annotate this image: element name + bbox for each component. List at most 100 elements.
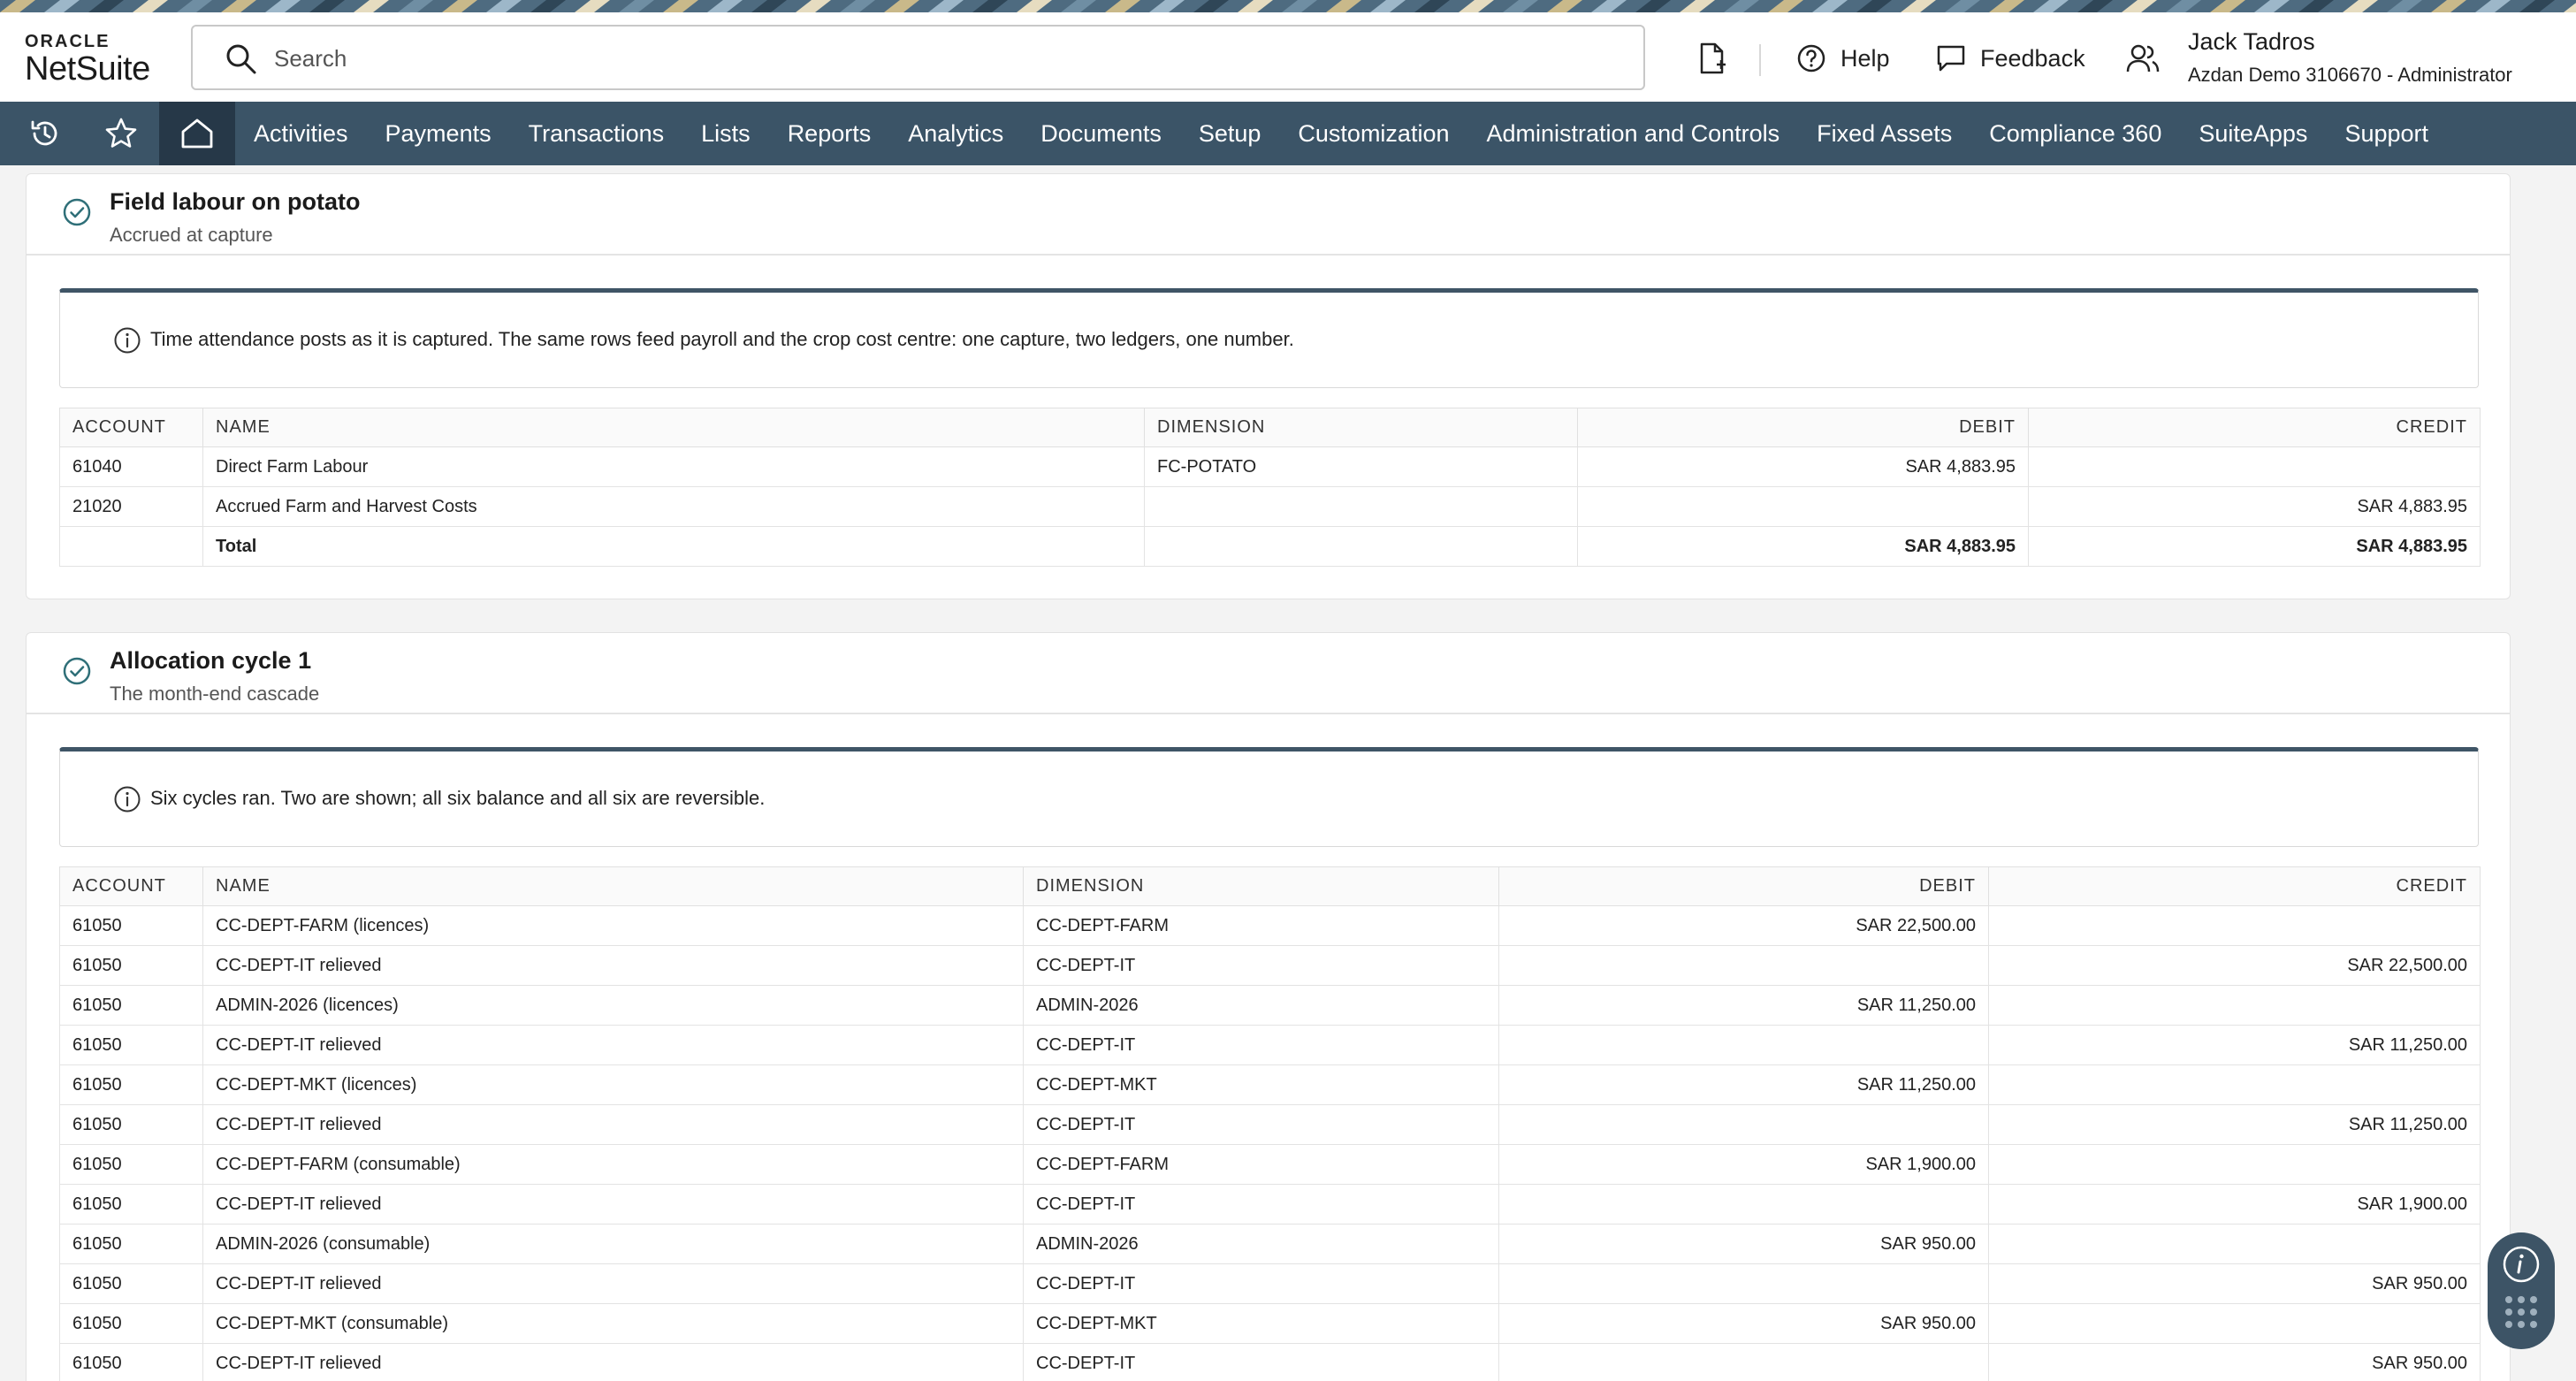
new-document-icon [1700,42,1726,74]
info-banner: Six cycles ran. Two are shown; all six b… [59,747,2479,847]
cell-dimension: CC-DEPT-MKT [1023,1064,1499,1105]
info-text: Time attendance posts as it is captured.… [150,328,1294,350]
cell-dimension [1144,526,1578,567]
cell-account: 61050 [59,1104,203,1145]
cell-name: CC-DEPT-MKT (consumable) [202,1303,1024,1344]
nav-item-analytics[interactable]: Analytics [889,102,1022,165]
cell-debit [1498,1025,1989,1065]
cell-dimension: CC-DEPT-IT [1023,1263,1499,1304]
cell-name: ADMIN-2026 (consumable) [202,1224,1024,1264]
cell-name: CC-DEPT-FARM (licences) [202,905,1024,946]
nav-item-suiteapps[interactable]: SuiteApps [2180,102,2326,165]
feedback-label: Feedback [1980,44,2085,72]
cell-name: CC-DEPT-MKT (licences) [202,1064,1024,1105]
user-roles-icon[interactable] [2125,42,2161,74]
cell-credit: SAR 11,250.00 [1988,1025,2481,1065]
cell-account: 21020 [59,486,203,527]
cell-credit [1988,1064,2481,1105]
cell-credit: SAR 11,250.00 [1988,1104,2481,1145]
cell-account: 61050 [59,945,203,986]
cell-account [59,526,203,567]
chat-bubble-icon [1937,45,1965,72]
cell-name: CC-DEPT-IT relieved [202,1025,1024,1065]
cell-debit [1498,1343,1989,1381]
decorative-banner [0,0,2576,12]
nav-item-support[interactable]: Support [2326,102,2447,165]
star-icon [105,118,137,148]
netsuite-logo[interactable]: ORACLE NetSuite [25,32,166,87]
nav-item-setup[interactable]: Setup [1180,102,1280,165]
cell-account: 61050 [59,905,203,946]
nav-item-documents[interactable]: Documents [1022,102,1180,165]
header-divider [1759,44,1761,76]
cell-dimension: CC-DEPT-IT [1023,1343,1499,1381]
col-account[interactable]: ACCOUNT [59,408,203,447]
nav-item-payments[interactable]: Payments [367,102,510,165]
cell-account: 61050 [59,1263,203,1304]
main-navigation: Activities Payments Transactions Lists Repor… [0,102,2576,165]
col-name[interactable]: NAME [202,408,1145,447]
table-row: 61050 CC-DEPT-IT relieved CC-DEPT-IT SAR 11… [59,1104,2481,1145]
total-credit: SAR 4,883.95 [2028,526,2481,567]
cell-dimension: CC-DEPT-IT [1023,1184,1499,1225]
new-record-button[interactable] [1697,41,1741,76]
col-dimension[interactable]: DIMENSION [1023,866,1499,906]
cell-dimension: CC-DEPT-IT [1023,945,1499,986]
col-credit[interactable]: CREDIT [1988,866,2481,906]
user-account-role[interactable]: Azdan Demo 3106670 - Administrator [2188,64,2512,87]
cell-name: ADMIN-2026 (licences) [202,985,1024,1026]
nav-item-lists[interactable]: Lists [682,102,769,165]
col-dimension[interactable]: DIMENSION [1144,408,1578,447]
recent-records-button[interactable] [7,102,83,165]
cell-dimension: CC-DEPT-FARM [1023,905,1499,946]
cell-dimension: ADMIN-2026 [1023,1224,1499,1264]
cell-debit: SAR 11,250.00 [1498,1064,1989,1105]
help-button[interactable]: Help [1796,41,1890,76]
cell-credit [1988,1224,2481,1264]
cell-account: 61050 [59,1025,203,1065]
nav-item-reports[interactable]: Reports [769,102,890,165]
nav-item-fixed-assets[interactable]: Fixed Assets [1798,102,1970,165]
app-header: ORACLE NetSuite Help Feedback [0,12,2576,102]
user-name[interactable]: Jack Tadros [2188,28,2315,56]
card-title: Field labour on potato [110,188,361,215]
cell-credit [1988,1303,2481,1344]
assistant-widget[interactable] [2488,1232,2555,1349]
cell-debit: SAR 11,250.00 [1498,985,1989,1026]
cell-dimension: ADMIN-2026 [1023,985,1499,1026]
cell-debit: SAR 22,500.00 [1498,905,1989,946]
help-label: Help [1841,44,1890,72]
nav-item-customization[interactable]: Customization [1279,102,1467,165]
nav-item-administration-and-controls[interactable]: Administration and Controls [1467,102,1798,165]
cell-credit: SAR 950.00 [1988,1343,2481,1381]
nav-item-activities[interactable]: Activities [235,102,367,165]
col-credit[interactable]: CREDIT [2028,408,2481,447]
nav-item-transactions[interactable]: Transactions [510,102,683,165]
cell-name: CC-DEPT-IT relieved [202,945,1024,986]
cell-account: 61040 [59,446,203,487]
col-debit[interactable]: DEBIT [1577,408,2029,447]
cell-account: 61050 [59,1064,203,1105]
global-search[interactable] [191,25,1645,90]
home-button[interactable] [159,102,235,165]
nav-item-compliance-360[interactable]: Compliance 360 [1970,102,2180,165]
feedback-button[interactable]: Feedback [1936,41,2085,76]
col-name[interactable]: NAME [202,866,1024,906]
table-row: 61050 ADMIN-2026 (consumable) ADMIN-2026 SA… [59,1224,2481,1264]
info-icon[interactable] [2502,1245,2541,1284]
cell-debit [1498,1263,1989,1304]
col-debit[interactable]: DEBIT [1498,866,1989,906]
help-icon [1797,44,1825,72]
table-row: 61050 CC-DEPT-IT relieved CC-DEPT-IT SAR 11… [59,1025,2481,1065]
drag-handle-icon[interactable] [2504,1294,2539,1335]
cell-credit [1988,985,2481,1026]
info-text: Six cycles ran. Two are shown; all six b… [150,787,766,809]
total-row: Total SAR 4,883.95 SAR 4,883.95 [59,526,2481,567]
search-input[interactable] [274,39,1600,78]
check-circle-icon [63,657,91,685]
table-row: 61050 CC-DEPT-MKT (consumable) CC-DEPT-MKT… [59,1303,2481,1344]
col-account[interactable]: ACCOUNT [59,866,203,906]
card-subtitle: Accrued at capture [110,224,273,246]
table-row: 61050 CC-DEPT-IT relieved CC-DEPT-IT SAR 95… [59,1343,2481,1381]
favorites-button[interactable] [83,102,159,165]
